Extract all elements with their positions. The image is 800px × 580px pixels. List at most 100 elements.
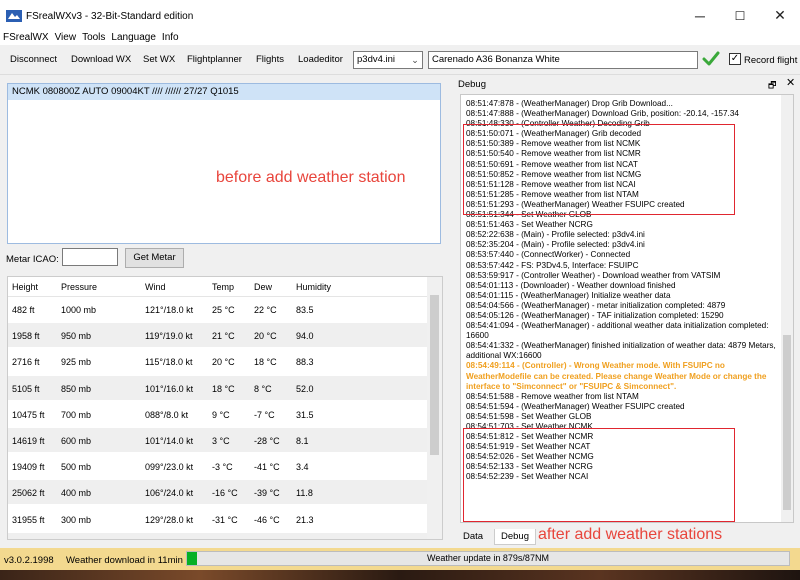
table-row[interactable]: 482 ft 1000 mb 121°/18.0 kt 25 °C 22 °C 83.5 (8, 297, 428, 321)
scrollbar-thumb[interactable] (430, 295, 439, 455)
flightplanner-button[interactable]: Flightplanner (187, 50, 242, 70)
cell-wind: 099°/23.0 kt (145, 462, 194, 473)
cell-dew: 8 °C (254, 383, 272, 394)
cell-pressure: 300 mb (61, 514, 92, 525)
column-dew[interactable]: Dew (254, 282, 272, 292)
scrollbar-thumb[interactable] (783, 335, 791, 510)
close-button[interactable]: ✕ (760, 0, 800, 31)
cell-pressure: 925 mb (61, 357, 92, 368)
log-line: 08:54:05:126 - (WeatherManager) - TAF in… (466, 310, 724, 320)
cell-dew: -41 °C (254, 462, 280, 473)
log-line: 08:54:41:094 - (WeatherManager) - additi… (466, 321, 769, 341)
aircraft-select[interactable]: Carenado A36 Bonanza White (428, 51, 698, 69)
column-pressure[interactable]: Pressure (61, 282, 97, 292)
cell-temp: 3 °C (212, 436, 230, 446)
column-wind[interactable]: Wind (145, 282, 166, 292)
column-temp[interactable]: Temp (212, 282, 234, 292)
download-wx-button[interactable]: Download WX (71, 50, 131, 70)
menu-bar: FSrealWX View Tools Language Info (0, 31, 800, 45)
minimize-button[interactable]: ─ (680, 0, 720, 31)
table-row[interactable]: 19409 ft 500 mb 099°/23.0 kt -3 °C -41 °C 3.4 (8, 454, 428, 478)
log-line: 08:54:51:594 - (WeatherManager) Weather … (466, 401, 685, 411)
chevron-down-icon: ⌄ (411, 55, 419, 65)
cell-dew: -7 °C (254, 409, 275, 420)
log-line: 08:54:51:588 - Remove weather from list … (466, 391, 639, 401)
tab-data[interactable]: Data (457, 529, 489, 545)
set-wx-button[interactable]: Set WX (143, 50, 175, 70)
column-humidity[interactable]: Humidity (296, 282, 331, 292)
cell-height: 1958 ft (12, 331, 40, 342)
cell-pressure: 700 mb (61, 409, 92, 420)
cell-pressure: 950 mb (61, 331, 92, 342)
cell-dew: -39 °C (254, 488, 280, 499)
window-title: FSrealWXv3 - 32-Bit-Standard edition (26, 11, 194, 22)
debug-header (450, 75, 800, 93)
menu-tools[interactable]: Tools (79, 31, 108, 45)
table-row[interactable]: 40922 ft200 mb130°/25.0 kt-54 °C-65 °C24… (8, 532, 428, 539)
metar-list[interactable]: NCMK 080800Z AUTO 09004KT //// ////// 27… (7, 83, 441, 244)
highlight-box-after (463, 428, 735, 522)
annotation-before: before add weather station (216, 169, 406, 186)
toolbar: Disconnect Download WX Set WX Flightplan… (0, 45, 800, 75)
disconnect-button[interactable]: Disconnect (10, 50, 57, 70)
progress-text: Weather update in 879s/87NM (427, 553, 549, 563)
record-flight-checkbox[interactable]: ✓ (729, 53, 741, 65)
table-row[interactable]: 14619 ft 600 mb 101°/14.0 kt 3 °C -28 °C 8.1 (8, 428, 428, 452)
cell-height: 31955 ft (12, 514, 45, 525)
cell-humidity: 3.4 (296, 462, 309, 473)
cell-humidity: 8.1 (296, 436, 309, 446)
column-height[interactable]: Height (12, 282, 38, 292)
undock-icon[interactable]: 🗗 (768, 78, 776, 94)
profile-select[interactable]: p3dv4.ini ⌄ (353, 51, 423, 69)
cell-humidity: 83.5 (296, 305, 314, 315)
app-icon (6, 10, 22, 22)
cell-height: 2716 ft (12, 357, 40, 368)
debug-close-icon[interactable]: ✕ (786, 76, 795, 89)
metar-icao-label: Metar ICAO: (6, 254, 59, 265)
menu-fsrealwx[interactable]: FSrealWX (0, 31, 52, 45)
table-row[interactable]: 2716 ft 925 mb 115°/18.0 kt 20 °C 18 °C 88.3 (8, 349, 428, 373)
version-label: v3.0.2.1998 (4, 555, 54, 566)
log-line: 08:51:47:888 - (WeatherManager) Download… (466, 109, 739, 119)
menu-info[interactable]: Info (159, 31, 182, 45)
cell-temp: -16 °C (212, 488, 238, 499)
cell-height: 14619 ft (12, 436, 45, 446)
tab-debug[interactable]: Debug (494, 529, 536, 545)
metar-list-item[interactable]: NCMK 080800Z AUTO 09004KT //// ////// 27… (8, 84, 440, 100)
table-row[interactable]: 10475 ft 700 mb 088°/8.0 kt 9 °C -7 °C 31.5 (8, 402, 428, 426)
maximize-button[interactable]: ☐ (720, 0, 760, 31)
cell-pressure: 600 mb (61, 436, 92, 446)
table-row[interactable]: 1958 ft 950 mb 119°/19.0 kt 21 °C 20 °C 94.0 (8, 323, 428, 348)
flights-button[interactable]: Flights (256, 50, 284, 70)
log-line: 08:54:41:332 - (WeatherManager) finished… (466, 341, 776, 361)
cell-temp: 18 °C (212, 383, 235, 394)
debug-title: Debug (458, 79, 486, 90)
cell-wind: 088°/8.0 kt (145, 409, 189, 420)
debug-scrollbar[interactable] (781, 95, 793, 522)
title-bar: FSrealWXv3 - 32-Bit-Standard edition ─ ☐… (0, 0, 800, 31)
cell-pressure: 400 mb (61, 488, 92, 499)
cell-temp: -31 °C (212, 514, 238, 525)
table-row[interactable]: 5105 ft 850 mb 101°/16.0 kt 18 °C 8 °C 52.0 (8, 375, 428, 400)
cell-dew: -46 °C (254, 514, 280, 525)
menu-view[interactable]: View (52, 31, 80, 45)
log-line: 08:52:35:204 - (Main) - Profile selected… (466, 240, 645, 250)
log-line: 08:51:51:463 - Set Weather NCRG (466, 220, 593, 230)
table-row[interactable]: 25062 ft 400 mb 106°/24.0 kt -16 °C -39 °C 11… (8, 480, 428, 505)
menu-language[interactable]: Language (108, 31, 159, 45)
cell-humidity: 88.3 (296, 357, 314, 368)
checkmark-icon (702, 51, 720, 66)
cell-humidity: 11.8 (296, 488, 313, 499)
cell-humidity: 31.5 (296, 409, 314, 420)
record-flight-label: Record flight (744, 55, 798, 66)
cell-temp: 21 °C (212, 331, 235, 342)
aircraft-select-value: Carenado A36 Bonanza White (432, 54, 560, 65)
log-line: 08:54:04:566 - (WeatherManager) - metar … (466, 300, 726, 310)
loadeditor-button[interactable]: Loadeditor (298, 50, 343, 70)
metar-icao-input[interactable] (62, 248, 118, 266)
table-row[interactable]: 31955 ft 300 mb 129°/28.0 kt -31 °C -46 °C 21… (8, 507, 428, 531)
cell-dew: 18 °C (254, 357, 277, 368)
get-metar-button[interactable]: Get Metar (125, 248, 184, 268)
cell-wind: 101°/14.0 kt (145, 436, 194, 446)
table-scrollbar[interactable] (427, 277, 442, 539)
